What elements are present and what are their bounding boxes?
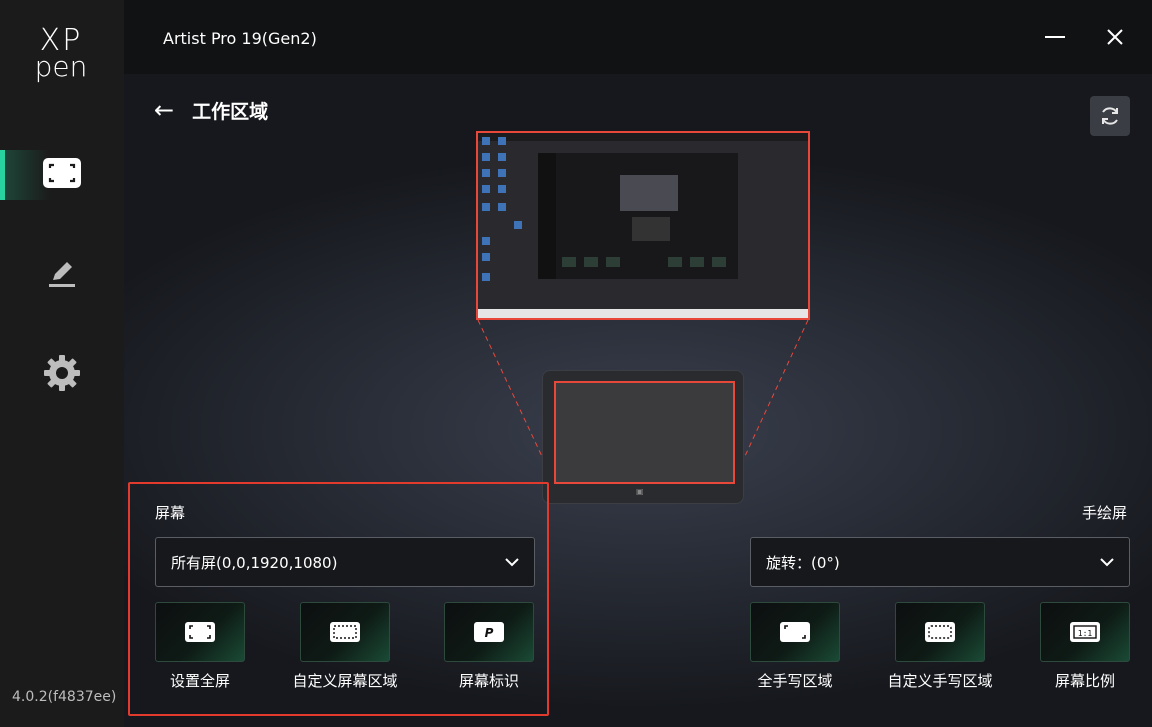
rotation-select[interactable]: 旋转：(0°) <box>750 537 1130 587</box>
tablet-section-label: 手绘屏 <box>1082 504 1128 522</box>
rotation-select-value: 旋转：(0°) <box>766 553 840 572</box>
sidebar-item-work-area[interactable] <box>0 150 124 200</box>
sidebar-item-settings[interactable] <box>0 350 124 400</box>
logo-pen-text: pen <box>34 50 88 83</box>
ratio-icon: 1:1 <box>1070 622 1100 642</box>
custom-pen-area-icon <box>925 622 955 642</box>
tablet-preview: ▣ <box>542 370 744 504</box>
screen-identify-icon: P <box>474 622 504 642</box>
work-area-icon <box>42 157 82 193</box>
tablet-active-area <box>554 381 735 484</box>
set-fullscreen-button[interactable] <box>155 602 245 662</box>
chevron-down-icon <box>1100 558 1114 567</box>
version-label: 4.0.2(f4837ee) <box>12 689 117 705</box>
svg-text:P: P <box>485 626 494 640</box>
screen-section-label: 屏幕 <box>155 504 186 522</box>
custom-screen-area-label: 自定义屏幕区域 <box>292 672 398 690</box>
gear-icon <box>42 353 82 397</box>
custom-pen-area-label: 自定义手写区域 <box>887 672 993 690</box>
svg-text:1:1: 1:1 <box>1078 629 1093 638</box>
sidebar-item-pen[interactable] <box>0 250 124 300</box>
screen-identify-button[interactable]: P <box>444 602 534 662</box>
screen-select-value: 所有屏(0,0,1920,1080) <box>171 553 338 572</box>
sidebar: XP pen 4.0.2(f4837ee) <box>0 0 124 727</box>
full-pen-area-button[interactable] <box>750 602 840 662</box>
screen-select[interactable]: 所有屏(0,0,1920,1080) <box>155 537 535 587</box>
pen-icon <box>46 257 78 293</box>
custom-area-icon <box>330 622 360 642</box>
full-pen-area-label: 全手写区域 <box>757 672 833 690</box>
custom-screen-area-button[interactable] <box>300 602 390 662</box>
full-area-icon <box>780 622 810 642</box>
tablet-logo-icon: ▣ <box>636 487 644 496</box>
chevron-down-icon <box>505 558 519 567</box>
main-area: Artist Pro 19(Gen2) ← 工作区域 ▣ 屏幕 所有屏(0,0,… <box>124 0 1152 727</box>
xppen-logo: XP pen <box>28 26 94 86</box>
screen-identify-label: 屏幕标识 <box>458 672 519 690</box>
fullscreen-icon <box>185 622 215 642</box>
set-fullscreen-label: 设置全屏 <box>169 672 230 690</box>
screen-preview-thumbnail <box>476 131 810 320</box>
screen-ratio-button[interactable]: 1:1 <box>1040 602 1130 662</box>
screen-ratio-label: 屏幕比例 <box>1054 672 1115 690</box>
custom-pen-area-button[interactable] <box>895 602 985 662</box>
